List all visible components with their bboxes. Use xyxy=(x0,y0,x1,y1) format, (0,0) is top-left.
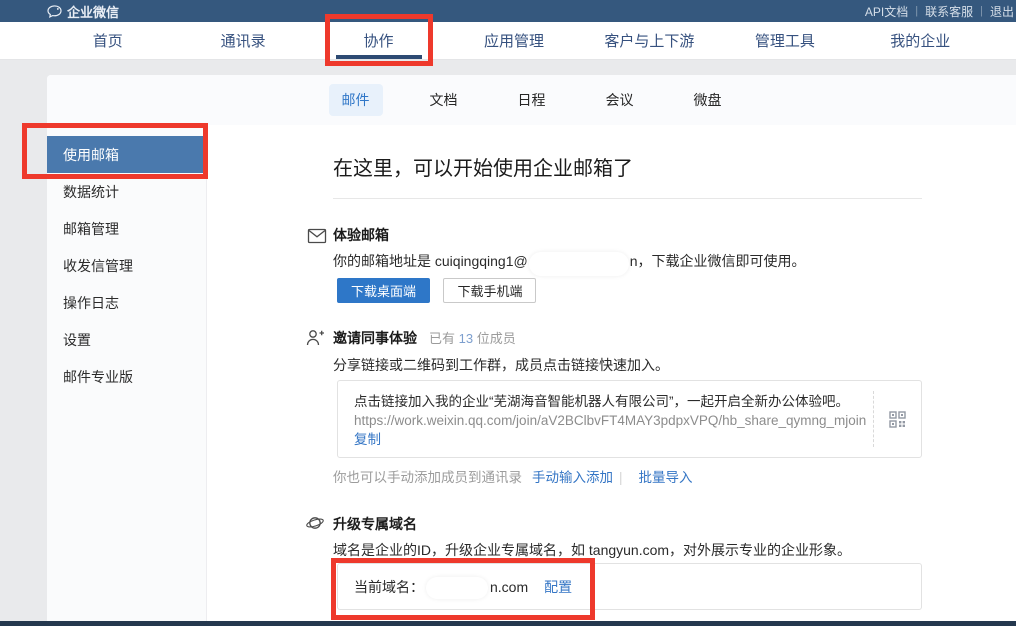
sidebar-item-label: 数据统计 xyxy=(63,182,119,202)
nav-tab-label: 首页 xyxy=(93,30,123,51)
badge-prefix: 已有 xyxy=(429,331,459,346)
sidebar-item-use-mailbox[interactable]: 使用邮箱 xyxy=(47,136,206,173)
nav-tab-tools[interactable]: 管理工具 xyxy=(717,22,852,59)
api-docs-link[interactable]: API文档 xyxy=(865,3,908,20)
app-logo-label: 企业微信 xyxy=(67,2,119,21)
active-tab-underline xyxy=(336,55,422,59)
nav-tab-collaboration[interactable]: 协作 xyxy=(311,22,446,59)
domain-desc: 域名是企业的ID，升级企业专属域名，如 tangyun.com，对外展示专业的企… xyxy=(333,540,851,560)
nav-tab-apps[interactable]: 应用管理 xyxy=(446,22,581,59)
envelope-icon xyxy=(307,226,327,251)
domain-globe-icon xyxy=(305,513,325,538)
subtab-docs[interactable]: 文档 xyxy=(417,84,471,116)
mailbox-address-prefix: 你的邮箱地址是 cuiqingqing1@ xyxy=(333,253,528,269)
nav-tab-label: 管理工具 xyxy=(755,30,815,51)
censored-email-domain xyxy=(529,252,629,276)
invite-section-heading: 邀请同事体验已有 13 位成员 xyxy=(333,328,516,348)
subtab-drive[interactable]: 微盘 xyxy=(681,84,735,116)
badge-count: 13 xyxy=(459,331,473,346)
mailbox-address-suffix: n，下载企业微信即可使用。 xyxy=(630,253,806,269)
sidebar-item-label: 邮件专业版 xyxy=(63,367,133,387)
link-separator: | xyxy=(619,470,623,485)
share-invite-text: 点击链接加入我的企业“芜湖海音智能机器人有限公司”，一起开启全新办公体验吧。 xyxy=(354,392,873,411)
topbar-separator: | xyxy=(980,5,983,17)
manual-add-text: 你也可以手动添加成员到通讯录 xyxy=(333,470,522,485)
copy-link[interactable]: 复制 xyxy=(354,432,381,447)
chat-bubble-icon xyxy=(47,5,62,18)
download-desktop-button[interactable]: 下载桌面端 xyxy=(337,278,430,303)
nav-tab-contacts[interactable]: 通讯录 xyxy=(175,22,310,59)
content-panel: 邮件 文档 日程 会议 微盘 使用邮箱 数据统计 邮箱管理 收发信管理 操作日志… xyxy=(47,75,1016,621)
batch-import-link[interactable]: 批量导入 xyxy=(639,470,693,485)
invite-heading-label: 邀请同事体验 xyxy=(333,330,417,346)
nav-tab-label: 客户与上下游 xyxy=(604,30,694,51)
contact-support-link[interactable]: 联系客服 xyxy=(925,3,973,20)
mailbox-section-heading: 体验邮箱 xyxy=(333,225,389,245)
collab-subtabs: 邮件 文档 日程 会议 微盘 xyxy=(47,75,1016,125)
sidebar-item-label: 邮箱管理 xyxy=(63,219,119,239)
nav-tab-my-company[interactable]: 我的企业 xyxy=(853,22,988,59)
sidebar-item-logs[interactable]: 操作日志 xyxy=(47,284,206,321)
nav-tab-label: 通讯录 xyxy=(221,30,266,51)
sidebar-item-label: 收发信管理 xyxy=(63,256,133,276)
nav-tab-home[interactable]: 首页 xyxy=(40,22,175,59)
download-mobile-button[interactable]: 下载手机端 xyxy=(443,278,536,303)
sidebar-item-statistics[interactable]: 数据统计 xyxy=(47,173,206,210)
subtab-meeting[interactable]: 会议 xyxy=(593,84,647,116)
share-link-box: 点击链接加入我的企业“芜湖海音智能机器人有限公司”，一起开启全新办公体验吧。 h… xyxy=(337,380,922,458)
qr-code-icon xyxy=(889,411,906,428)
manual-input-add-link[interactable]: 手动输入添加 xyxy=(532,470,613,485)
sidebar-item-mailbox-mgmt[interactable]: 邮箱管理 xyxy=(47,210,206,247)
topbar-links: API文档 | 联系客服 | 退出 xyxy=(865,3,1014,20)
qr-code-button[interactable] xyxy=(873,391,921,447)
main-content: 在这里，可以开始使用企业邮箱了 体验邮箱 你的邮箱地址是 cuiqingqing… xyxy=(208,125,1016,621)
mailbox-address-text: 你的邮箱地址是 cuiqingqing1@ n，下载企业微信即可使用。 xyxy=(333,251,806,272)
manual-add-row: 你也可以手动添加成员到通讯录手动输入添加 | 批量导入 xyxy=(333,466,693,486)
sidebar-item-label: 使用邮箱 xyxy=(63,145,119,165)
sidebar-item-mail-pro[interactable]: 邮件专业版 xyxy=(47,358,206,395)
current-domain-suffix: n.com xyxy=(490,579,528,595)
download-buttons: 下载桌面端 下载手机端 xyxy=(337,278,536,303)
sidebar-item-label: 设置 xyxy=(63,330,91,350)
invite-desc: 分享链接或二维码到工作群，成员点击链接快速加入。 xyxy=(333,355,669,375)
topbar-separator: | xyxy=(915,5,918,17)
nav-tab-label: 我的企业 xyxy=(890,30,950,51)
app-logo[interactable]: 企业微信 xyxy=(47,2,119,21)
page-title: 在这里，可以开始使用企业邮箱了 xyxy=(333,152,633,181)
current-domain-box: 当前域名： n.com 配置 xyxy=(337,563,922,610)
share-link-content: 点击链接加入我的企业“芜湖海音智能机器人有限公司”，一起开启全新办公体验吧。 h… xyxy=(338,381,873,457)
censored-domain-name xyxy=(426,577,488,599)
nav-tab-customers[interactable]: 客户与上下游 xyxy=(582,22,717,59)
sidebar-item-send-receive[interactable]: 收发信管理 xyxy=(47,247,206,284)
current-domain-label: 当前域名： xyxy=(354,577,424,597)
sidebar-item-label: 操作日志 xyxy=(63,293,119,313)
configure-domain-link[interactable]: 配置 xyxy=(544,577,572,597)
share-invite-url: https://work.weixin.qq.com/join/aV2BClbv… xyxy=(354,411,873,430)
sidebar-item-settings[interactable]: 设置 xyxy=(47,321,206,358)
mail-sidebar: 使用邮箱 数据统计 邮箱管理 收发信管理 操作日志 设置 邮件专业版 xyxy=(47,125,207,621)
member-count-badge: 已有 13 位成员 xyxy=(429,331,516,346)
subtab-calendar[interactable]: 日程 xyxy=(505,84,559,116)
subtab-mail[interactable]: 邮件 xyxy=(329,84,383,116)
title-divider xyxy=(333,198,922,199)
badge-suffix: 位成员 xyxy=(473,331,516,346)
domain-section-heading: 升级专属域名 xyxy=(333,514,417,534)
nav-tab-label: 应用管理 xyxy=(484,30,544,51)
nav-tab-label: 协作 xyxy=(364,30,394,51)
enterprise-wechat-admin: 企业微信 API文档 | 联系客服 | 退出 首页 通讯录 协作 应用管理 客户… xyxy=(0,0,1016,626)
logout-link[interactable]: 退出 xyxy=(990,3,1014,20)
bottom-bar xyxy=(0,621,1016,626)
primary-nav: 首页 通讯录 协作 应用管理 客户与上下游 管理工具 我的企业 xyxy=(0,22,1016,60)
top-bar: 企业微信 API文档 | 联系客服 | 退出 xyxy=(0,0,1016,22)
person-add-icon xyxy=(305,328,325,353)
